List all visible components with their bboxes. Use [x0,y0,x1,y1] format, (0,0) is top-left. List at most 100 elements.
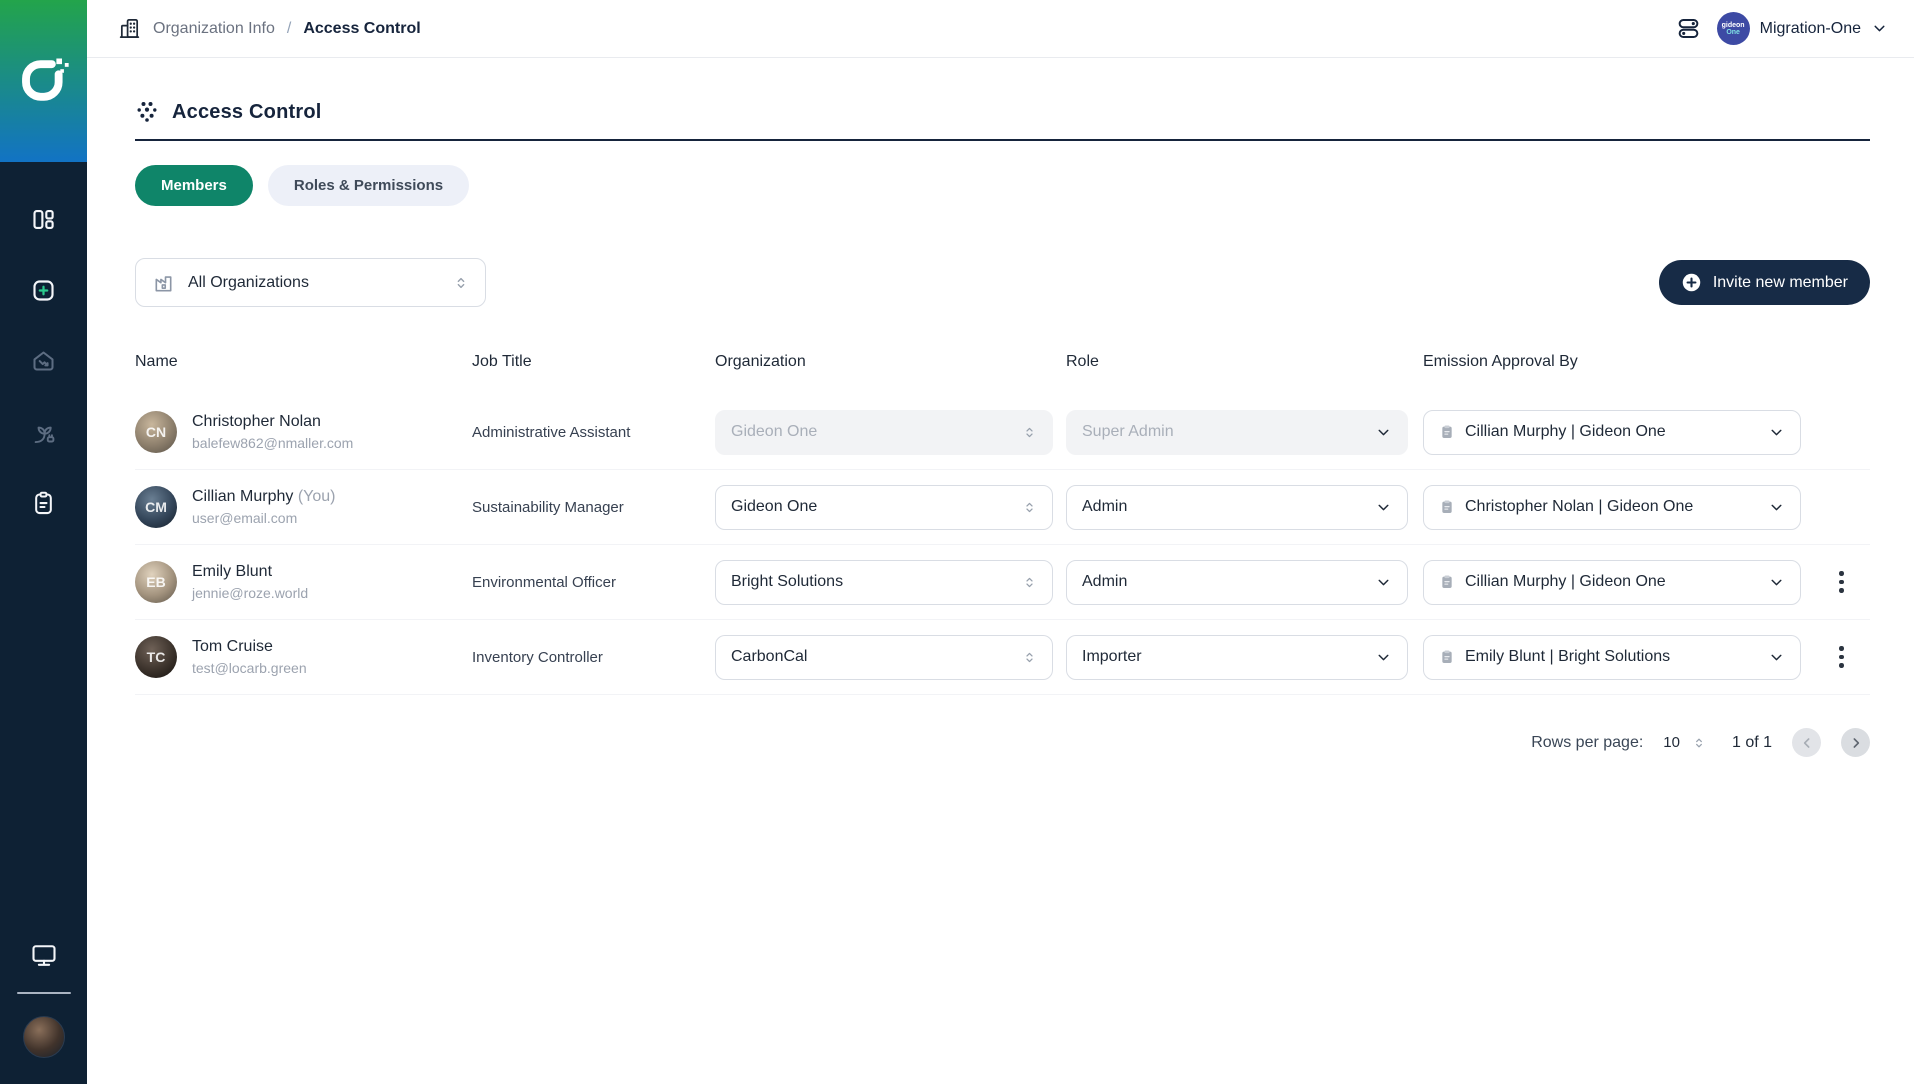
role-select[interactable]: Super Admin [1066,409,1408,455]
filter-row: All Organizations Invite new member [135,258,1870,307]
role-select[interactable]: Admin [1066,559,1408,605]
emission-approver-select[interactable]: Cillian Murphy | Gideon One [1423,409,1801,455]
table-body: CN Christopher Nolan balefew862@nmaller.… [135,395,1870,695]
emission-approver-value: Christopher Nolan | Gideon One [1465,498,1694,515]
clipboard-icon [1442,425,1452,438]
chevron-down-icon [1378,429,1389,435]
table-header-row: Name Job Title Organization Role Emissio… [135,353,1870,395]
job-title: Sustainability Manager [472,498,624,516]
page-title-row: Access Control [135,100,1870,141]
role-select[interactable]: Admin [1066,484,1408,530]
org-switcher-avatar: gideon One [1716,12,1750,45]
breadcrumb-current: Access Control [303,19,421,37]
prev-page-button[interactable] [1792,728,1821,757]
organization-select[interactable]: Gideon One [715,409,1053,455]
member-name-cell: CN Christopher Nolan balefew862@nmaller.… [135,411,472,453]
chevron-down-icon [1771,429,1782,435]
topbar-right: gideon One Migration-One [1676,12,1888,45]
avatar: EB [135,561,177,603]
emission-approver-select[interactable]: Christopher Nolan | Gideon One [1423,484,1801,530]
tabs: Members Roles & Permissions [135,165,1870,206]
table-header-organization: Organization [715,353,806,370]
plant-energy-icon [34,426,55,443]
org-switcher[interactable]: gideon One Migration-One [1716,12,1888,45]
page-info: 1 of 1 [1731,733,1772,751]
table-header-role: Role [1066,353,1099,370]
organization-value: Gideon One [731,498,818,515]
table-row: CM Cillian Murphy (You) user@email.com S… [135,470,1870,545]
job-title: Inventory Controller [472,648,603,666]
sidebar-bottom [16,938,71,1084]
emission-approver-select[interactable]: Emily Blunt | Bright Solutions [1423,634,1801,680]
member-name: Christopher Nolan [192,413,321,430]
factory-icon [155,276,172,292]
table-row: TC Tom Cruise test@locarb.green Inventor… [135,620,1870,695]
breadcrumb: Organization Info / Access Control [118,17,421,40]
member-name: Cillian Murphy [192,488,294,505]
clipboard-icon [1442,575,1452,588]
emission-approver-value: Emily Blunt | Bright Solutions [1465,648,1671,665]
avatar-initials: EB [146,574,166,590]
emission-approver-value: Cillian Murphy | Gideon One [1465,573,1666,590]
organization-select[interactable]: Bright Solutions [715,559,1053,605]
chevron-down-icon [1378,504,1389,510]
org-avatar-line1: gideon [1721,21,1745,29]
page-title: Access Control [172,100,322,123]
clipboard-icon [35,491,52,514]
emission-approver-select[interactable]: Cillian Murphy | Gideon One [1423,559,1801,605]
next-page-button[interactable] [1841,728,1870,757]
rows-per-page-select[interactable]: 10 [1663,734,1706,751]
organization-select[interactable]: Gideon One [715,484,1053,530]
table-row: EB Emily Blunt jennie@roze.world Environ… [135,545,1870,620]
role-select[interactable]: Importer [1066,634,1408,680]
chevron-down-icon [1378,579,1389,585]
chevron-down-icon [1771,579,1782,585]
sidebar-item-energy[interactable] [27,415,61,449]
sidebar-item-dashboard[interactable] [27,202,61,236]
topbar: Organization Info / Access Control gideo… [87,0,1914,58]
sidebar-divider [16,992,71,994]
chevron-down-icon [1771,654,1782,660]
chevrons-up-down-icon [1026,502,1033,512]
tab-roles-permissions[interactable]: Roles & Permissions [267,165,470,206]
chevron-down-icon [1771,504,1782,510]
toggles-icon [1678,18,1698,39]
chevron-down-icon [1874,25,1885,32]
preferences-button[interactable] [1676,16,1701,41]
sidebar-item-add-entry[interactable] [27,273,61,307]
organization-select[interactable]: CarbonCal [715,634,1053,680]
chevron-left-icon [1803,737,1809,748]
org-switcher-label: Migration-One [1759,19,1861,37]
sidebar-item-facility[interactable] [27,344,61,378]
chevrons-up-down-icon [1026,577,1033,587]
organization-value: Bright Solutions [731,573,844,590]
chevron-right-icon [1853,737,1859,748]
breadcrumb-section[interactable]: Organization Info [153,20,275,38]
chevron-down-icon [1378,654,1389,660]
member-name: Emily Blunt [192,563,273,580]
sidebar [0,0,87,1084]
member-name-cell: CM Cillian Murphy (You) user@email.com [135,486,472,528]
user-profile-avatar[interactable] [22,1016,65,1058]
role-value: Admin [1082,498,1128,515]
sidebar-item-reports[interactable] [27,486,61,520]
avatar: CM [135,486,177,528]
emission-approver-value: Cillian Murphy | Gideon One [1465,423,1666,440]
role-value: Admin [1082,573,1128,590]
invite-new-member-button[interactable]: Invite new member [1658,260,1870,305]
house-activity-icon [33,350,54,370]
access-control-dots-icon [137,102,157,122]
row-menu-button[interactable] [1827,640,1857,674]
member-name: Tom Cruise [192,638,273,655]
pagination: Rows per page: 10 1 of 1 [135,728,1870,757]
plus-circle-icon [1682,273,1701,292]
avatar: CN [135,411,177,453]
sidebar-item-devices[interactable] [27,938,61,972]
invite-new-member-label: Invite new member [1712,273,1848,291]
chevrons-up-down-icon [457,277,465,288]
chevrons-up-down-icon [1696,738,1702,747]
tab-members[interactable]: Members [135,165,253,206]
row-menu-button[interactable] [1827,565,1857,599]
avatar-initials: TC [146,649,166,665]
organization-filter-select[interactable]: All Organizations [135,258,486,307]
